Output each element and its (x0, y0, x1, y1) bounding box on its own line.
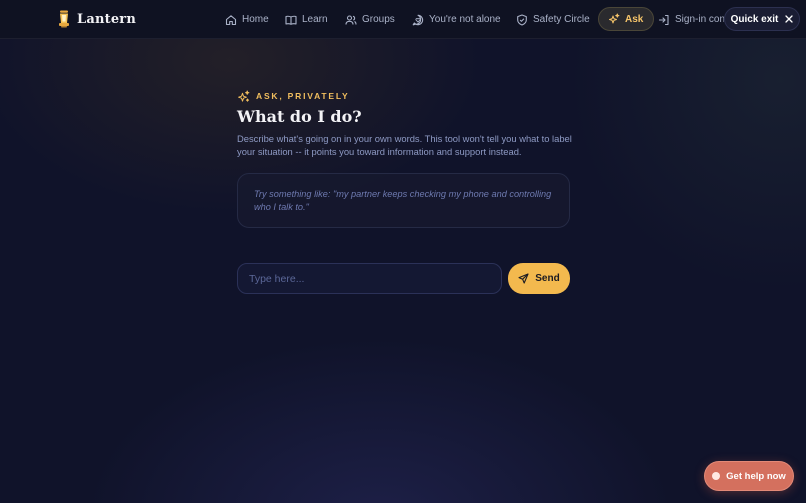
nav-ask-label: Ask (625, 13, 644, 25)
book-icon (285, 15, 297, 25)
send-label: Send (535, 273, 560, 284)
quick-exit-label: Quick exit (730, 13, 779, 25)
get-help-label: Get help now (726, 470, 786, 482)
nav-groups-label: Groups (362, 14, 395, 25)
send-button[interactable]: Send (508, 263, 570, 294)
status-dot-icon (712, 472, 721, 480)
nav-sign-in-label: Sign-in con (675, 14, 724, 25)
nav-ask[interactable]: Ask (598, 7, 655, 31)
heart-chat-icon (412, 14, 424, 25)
sign-in-icon (658, 14, 669, 25)
close-icon (785, 15, 794, 23)
brand-logo[interactable]: Lantern (57, 10, 136, 28)
sample-prompt-text: Try something like: "my partner keeps ch… (254, 189, 552, 212)
home-icon (225, 14, 237, 25)
message-input[interactable] (237, 263, 502, 294)
users-icon (345, 14, 357, 25)
nav-not-alone[interactable]: You're not alone (412, 9, 501, 30)
lantern-icon (59, 10, 69, 28)
nav-home[interactable]: Home (225, 9, 269, 30)
shield-icon (517, 13, 527, 26)
sparkles-icon (238, 90, 250, 102)
quick-exit-button[interactable]: Quick exit (724, 7, 800, 31)
eyebrow-label: ASK, PRIVATELY (256, 91, 350, 101)
nav-learn[interactable]: Learn (285, 9, 328, 30)
nav-safety-circle-label: Safety Circle (533, 14, 590, 25)
nav-not-alone-label: You're not alone (429, 14, 501, 25)
nav-groups[interactable]: Groups (345, 9, 395, 30)
top-nav: Lantern Home Learn Groups You're not alo… (0, 0, 806, 39)
nav-safety-circle[interactable]: Safety Circle (516, 9, 590, 30)
nav-sign-in[interactable]: Sign-in con (658, 9, 724, 30)
section-eyebrow: ASK, PRIVATELY (237, 89, 350, 103)
sample-prompt-card: Try something like: "my partner keeps ch… (237, 173, 570, 228)
get-help-button[interactable]: Get help now (704, 461, 794, 491)
page-title: What do I do? (237, 107, 362, 126)
sparkles-icon (609, 13, 620, 24)
brand-name: Lantern (77, 11, 136, 27)
send-icon (518, 273, 529, 284)
nav-learn-label: Learn (302, 14, 328, 25)
nav-home-label: Home (242, 14, 269, 25)
page-description: Describe what's going on in your own wor… (237, 133, 572, 157)
